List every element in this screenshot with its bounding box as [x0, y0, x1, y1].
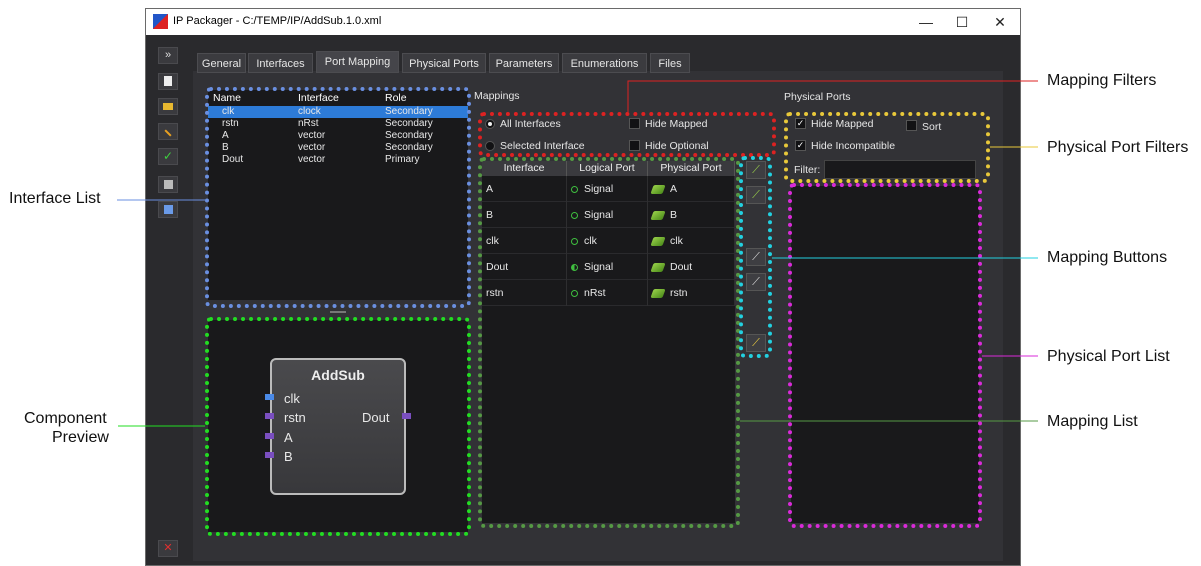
annotation-leader-lines — [117, 80, 1038, 427]
mapping-filters-leader — [627, 80, 1038, 112]
